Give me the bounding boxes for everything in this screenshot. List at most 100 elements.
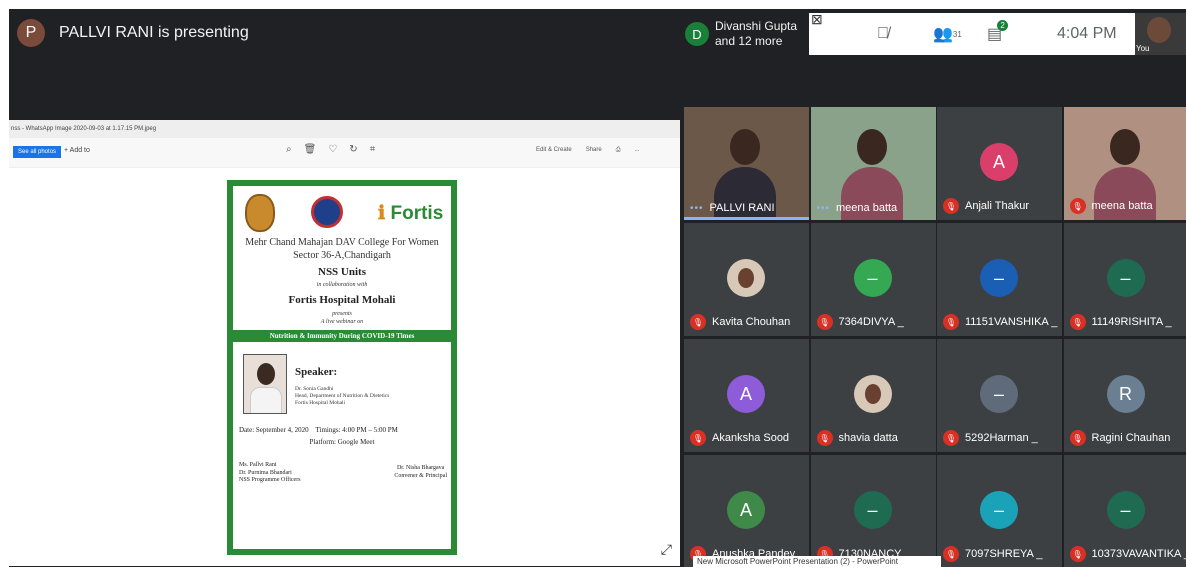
poster-speaker-heading: Speaker: <box>295 366 338 378</box>
poster-topic-band: Nutrition & Immunity During COVID-19 Tim… <box>227 330 457 342</box>
participant-label: 🎙 11149RISHITA _ <box>1069 314 1172 330</box>
participant-tile[interactable]: – 🎙 5292Harman _ <box>937 339 1062 452</box>
participant-video <box>1109 129 1140 165</box>
people-icon[interactable]: 👥 31 <box>933 13 962 55</box>
participant-label: 🎙 Kavita Chouhan <box>690 314 790 330</box>
self-label: You <box>1136 44 1150 53</box>
mic-off-icon: 🎙 <box>943 430 959 446</box>
mic-off-icon: 🎙 <box>816 314 833 330</box>
mic-off-icon: 🎙 <box>690 314 706 330</box>
join-avatar: D <box>685 22 709 46</box>
photo-tools: ⌕ 🗑 ♡ ↻ ⌗ <box>286 144 375 155</box>
crop-icon[interactable]: ⌗ <box>370 144 376 155</box>
mic-off-icon: 🎙 <box>943 198 959 214</box>
speaking-indicator <box>684 217 809 220</box>
participant-tile[interactable]: A 🎙 Akanksha Sood <box>684 339 809 452</box>
taskbar-tooltip: New Microsoft PowerPoint Presentation (2… <box>693 556 941 567</box>
participant-label: 🎙 shavia datta <box>816 430 898 446</box>
participant-avatar: – <box>1106 259 1145 297</box>
edit-create-button[interactable]: Edit & Create <box>536 147 572 154</box>
participant-label: 🎙 meena batta <box>1069 198 1153 214</box>
favorite-icon[interactable]: ♡ <box>328 144 337 155</box>
participant-name: meena batta <box>1091 200 1153 212</box>
participant-tile[interactable]: – 🎙 11149RISHITA _ <box>1063 223 1186 336</box>
poster-speaker-details: Dr. Sonia Gandhi Head, Department of Nut… <box>295 386 389 407</box>
poster-date: Date: September 4, 2020 <box>239 426 309 434</box>
participant-photo <box>853 375 892 413</box>
participant-avatar: A <box>727 491 765 529</box>
college-crest-icon <box>245 194 275 232</box>
participant-tile[interactable]: A 🎙 Anjali Thakur <box>937 107 1062 220</box>
participant-tile[interactable]: – 🎙 7364DIVYA _ <box>810 223 936 336</box>
self-view[interactable]: You <box>1135 13 1186 55</box>
expand-icon[interactable]: ⤢ <box>661 541 672 558</box>
more-options-icon[interactable]: ••• <box>817 203 831 214</box>
poster-timings: Timings: 4:00 PM – 5:00 PM <box>315 426 398 434</box>
participant-tile[interactable]: – 🎙 7097SHREYA _ <box>937 455 1062 567</box>
poster-officers: Ms. Pallvi Rani Dr. Purnima Bhandari NSS… <box>239 462 301 485</box>
presenter-bar: P PALLVI RANI is presenting <box>9 9 249 57</box>
self-video <box>1147 17 1171 43</box>
participant-tile[interactable]: ••• meena batta <box>810 107 936 220</box>
add-to-button[interactable]: + Add to <box>64 147 90 154</box>
mic-off-icon: 🎙 <box>1069 314 1086 330</box>
participant-avatar: – <box>853 259 892 297</box>
delete-icon[interactable]: 🗑 <box>304 144 317 155</box>
participant-label: 🎙 Ragini Chauhan <box>1069 430 1170 446</box>
top-right-controls: D Divanshi Gupta and 12 more ⊠ 🎙̸ 👥 31 ▤ 2… <box>681 9 1186 57</box>
participant-tile[interactable]: – 🎙 10373VAVANTIKA _ <box>1063 455 1186 567</box>
see-all-photos-button[interactable]: See all photos <box>13 146 62 158</box>
poster-presents-line: presents <box>332 311 352 317</box>
mic-off-icon: 🎙 <box>943 546 959 562</box>
mic-off-icon: 🎙 <box>1069 198 1086 214</box>
participant-name: PALLVI RANI <box>709 202 775 214</box>
participant-avatar: A <box>980 143 1018 181</box>
zoom-icon[interactable]: ⌕ <box>286 144 292 155</box>
chat-icon[interactable]: ▤ 2 <box>987 13 1009 55</box>
participant-tile[interactable]: ••• PALLVI RANI <box>684 107 809 220</box>
fortis-logo-text: Fortis <box>390 203 444 224</box>
poster-webinar-line: A live webinar on <box>320 319 364 325</box>
participant-tile[interactable]: 🎙 shavia datta <box>810 339 936 452</box>
webinar-poster: ℹ Fortis Mehr Chand Mahajan DAV College … <box>227 180 457 555</box>
participant-avatar: – <box>980 259 1018 297</box>
participant-label: 🎙 5292Harman _ <box>943 430 1038 446</box>
speaker-org: Fortis Hospital Mohali <box>295 400 346 406</box>
participant-tile[interactable]: A 🎙 Anushka Pandey <box>684 455 809 567</box>
print-icon[interactable]: ⎙ <box>616 147 621 154</box>
participant-video <box>730 129 760 165</box>
participant-name: 7364DIVYA _ <box>838 316 904 328</box>
more-options-icon[interactable]: ••• <box>690 203 704 214</box>
participant-tile[interactable]: – 🎙 7130NANCY _ <box>810 455 936 567</box>
meeting-toolbar: ⊠ 🎙̸ 👥 31 ▤ 2 4:04 PM <box>809 11 1135 55</box>
rotate-icon[interactable]: ↻ <box>349 144 357 155</box>
mic-off-icon[interactable]: 🎙̸ <box>877 13 889 55</box>
poster-content: ℹ Fortis Mehr Chand Mahajan DAV College … <box>227 186 457 549</box>
participant-name: 5292Harman _ <box>965 432 1038 444</box>
participant-avatar: – <box>1106 491 1145 529</box>
participant-label: 🎙 7097SHREYA _ <box>943 546 1042 562</box>
convener-name: Dr. Nisha Bhargava <box>396 465 445 471</box>
poster-convener: Dr. Nisha Bhargava Convener & Principal <box>394 464 447 480</box>
participant-tile[interactable]: 🎙 meena batta <box>1063 107 1186 220</box>
participants-grid: ••• PALLVI RANI ••• meena batta A 🎙 Anjali Tha… <box>684 107 1186 567</box>
officer-2: Dr. Purnima Bhandari <box>239 469 292 476</box>
mic-off-icon: 🎙 <box>690 430 706 446</box>
participant-avatar: A <box>727 375 765 413</box>
join-notification[interactable]: D Divanshi Gupta and 12 more <box>681 13 809 55</box>
participant-avatar: – <box>980 375 1018 413</box>
more-button[interactable]: ... <box>635 147 640 154</box>
participant-name: 7097SHREYA _ <box>965 548 1043 560</box>
shared-screen: nss - WhatsApp Image 2020-09-03 at 1.17.… <box>9 120 680 566</box>
participant-tile[interactable]: 🎙 Kavita Chouhan <box>684 223 809 336</box>
poster-college: Mehr Chand Mahajan DAV College For Women… <box>245 237 439 261</box>
participant-tile[interactable]: – 🎙 11151VANSHIKA _ <box>937 223 1062 336</box>
share-button[interactable]: Share <box>586 147 602 154</box>
presenter-label: PALLVI RANI is presenting <box>59 24 249 41</box>
participant-tile[interactable]: R 🎙 Ragini Chauhan <box>1063 339 1186 452</box>
participant-avatar: – <box>980 491 1018 529</box>
participant-label: 🎙 Akanksha Sood <box>690 430 789 446</box>
grid-view-icon[interactable]: ⊠ <box>811 9 823 29</box>
participant-label: 🎙 10373VAVANTIKA _ <box>1069 546 1186 562</box>
join-more: and 12 more <box>715 34 783 48</box>
